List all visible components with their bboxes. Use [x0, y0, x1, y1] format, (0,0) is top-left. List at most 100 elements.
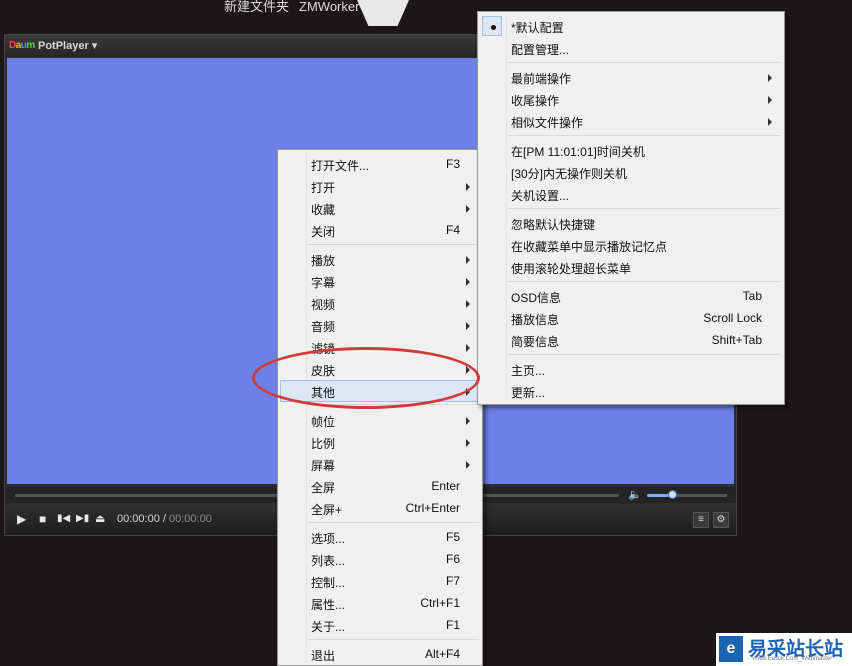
volume-icon[interactable]: 🔈: [628, 488, 642, 501]
menu-item-playback[interactable]: 播放: [280, 248, 480, 270]
menu-item-label: 主页...: [511, 364, 546, 378]
menu-item-open[interactable]: 打开: [280, 175, 480, 197]
submenu-arrow-icon: [466, 461, 470, 469]
stop-icon[interactable]: ■: [39, 512, 46, 526]
playlist-icon[interactable]: ≡: [693, 512, 709, 528]
daum-logo-icon: Daum: [9, 40, 35, 51]
menu-item-properties[interactable]: 属性... Ctrl+F1: [280, 592, 480, 614]
menu-item-label: 关机设置...: [511, 189, 570, 203]
menu-separator: [508, 281, 781, 282]
submenu-arrow-icon: [768, 74, 772, 82]
menu-item-label: 全屏: [311, 481, 336, 495]
menu-item-video[interactable]: 视频: [280, 292, 480, 314]
submenu-item-similar-files[interactable]: 相似文件操作: [480, 110, 782, 132]
menu-item-label: 列表...: [311, 554, 346, 568]
red-ellipse-annotation: [252, 347, 480, 409]
next-icon[interactable]: ▶▮: [76, 512, 89, 526]
menu-item-shortcut: Tab: [742, 289, 762, 303]
menu-item-shortcut: Alt+F4: [424, 647, 460, 661]
watermark-url: Www.Easck.Com_Webmaster: [752, 656, 833, 662]
watermark-e-icon: e: [719, 636, 743, 662]
menu-item-fullscreen[interactable]: 全屏 Enter: [280, 475, 480, 497]
submenu-item-idle-shutdown[interactable]: [30分]内无操作则关机: [480, 161, 782, 183]
menu-item-label: 控制...: [311, 576, 346, 590]
submenu-item-shutdown-settings[interactable]: 关机设置...: [480, 183, 782, 205]
menu-item-screen[interactable]: 屏幕: [280, 453, 480, 475]
menu-item-label: 播放: [311, 254, 336, 268]
submenu-item-homepage[interactable]: 主页...: [480, 358, 782, 380]
settings-gear-icon[interactable]: ⚙: [713, 512, 729, 528]
menu-item-label: 更新...: [511, 386, 546, 400]
previous-icon[interactable]: ▮◀: [57, 512, 70, 526]
menu-item-open-file[interactable]: 打开文件... F3: [280, 153, 480, 175]
menu-item-shortcut: F3: [445, 157, 460, 171]
radio-check-icon: [482, 16, 502, 36]
menu-item-favorites[interactable]: 收藏: [280, 197, 480, 219]
submenu-item-topmost[interactable]: 最前端操作: [480, 66, 782, 88]
menu-item-label: 配置管理...: [511, 43, 570, 57]
menu-item-control[interactable]: 控制... F7: [280, 570, 480, 592]
submenu-item-ending-action[interactable]: 收尾操作: [480, 88, 782, 110]
menu-item-frame[interactable]: 帧位: [280, 409, 480, 431]
eject-icon[interactable]: ⏏: [95, 512, 105, 526]
submenu-arrow-icon: [466, 256, 470, 264]
app-name[interactable]: PotPlayer ▾: [38, 39, 97, 52]
submenu-arrow-icon: [466, 278, 470, 286]
menu-item-audio[interactable]: 音频: [280, 314, 480, 336]
menu-item-fullscreen-plus[interactable]: 全屏+ Ctrl+Enter: [280, 497, 480, 519]
other-submenu: *默认配置配置管理... 最前端操作收尾操作相似文件操作在[PM 11:01:01…: [477, 11, 785, 405]
menu-item-shortcut: Scroll Lock: [703, 311, 762, 325]
play-icon[interactable]: ▶: [17, 512, 26, 526]
menu-item-label: *默认配置: [511, 21, 564, 35]
submenu-item-wheel-long-menu[interactable]: 使用滚轮处理超长菜单: [480, 256, 782, 278]
menu-item-label: 视频: [311, 298, 336, 312]
menu-item-about[interactable]: 关于... F1: [280, 614, 480, 636]
current-time: 00:00:00: [117, 513, 160, 525]
total-time: 00:00:00: [169, 513, 212, 525]
submenu-item-update[interactable]: 更新...: [480, 380, 782, 402]
menu-item-label: [30分]内无操作则关机: [511, 167, 628, 181]
menu-item-label: 屏幕: [311, 459, 336, 473]
submenu-arrow-icon: [466, 183, 470, 191]
submenu-item-playback-info[interactable]: 播放信息 Scroll Lock: [480, 307, 782, 329]
menu-item-label: 打开文件...: [311, 159, 370, 173]
menu-item-label: 最前端操作: [511, 72, 572, 86]
submenu-item-default-config[interactable]: *默认配置: [480, 15, 782, 37]
submenu-arrow-icon: [466, 205, 470, 213]
menu-item-shortcut: F6: [445, 552, 460, 566]
submenu-item-osd-info[interactable]: OSD信息 Tab: [480, 285, 782, 307]
volume-slider[interactable]: [647, 494, 727, 497]
menu-item-label: 帧位: [311, 415, 336, 429]
menu-item-label: 属性...: [311, 598, 346, 612]
menu-item-label: 简要信息: [511, 335, 560, 349]
submenu-item-brief-info[interactable]: 简要信息 Shift+Tab: [480, 329, 782, 351]
menu-item-label: 退出: [311, 649, 336, 663]
menu-item-label: 忽略默认快捷键: [511, 218, 596, 232]
menu-item-ratio[interactable]: 比例: [280, 431, 480, 453]
submenu-arrow-icon: [466, 344, 470, 352]
menu-item-label: 选项...: [311, 532, 346, 546]
menu-item-options[interactable]: 选项... F5: [280, 526, 480, 548]
submenu-item-ignore-shortcuts[interactable]: 忽略默认快捷键: [480, 212, 782, 234]
menu-item-shortcut: Ctrl+Enter: [405, 501, 460, 515]
menu-item-shortcut: Enter: [431, 479, 460, 493]
menu-item-label: 关闭: [311, 225, 336, 239]
menu-separator: [508, 62, 781, 63]
menu-item-shortcut: F4: [445, 223, 460, 237]
submenu-arrow-icon: [466, 439, 470, 447]
menu-item-exit[interactable]: 退出 Alt+F4: [280, 643, 480, 665]
submenu-item-shutdown-time[interactable]: 在[PM 11:01:01]时间关机: [480, 139, 782, 161]
menu-item-label: OSD信息: [511, 291, 562, 305]
menu-item-label: 相似文件操作: [511, 116, 584, 130]
menu-separator: [508, 135, 781, 136]
menu-item-close[interactable]: 关闭 F4: [280, 219, 480, 241]
menu-item-label: 在收藏菜单中显示播放记忆点: [511, 240, 668, 254]
submenu-item-show-bookmarks[interactable]: 在收藏菜单中显示播放记忆点: [480, 234, 782, 256]
submenu-item-config-manage[interactable]: 配置管理...: [480, 37, 782, 59]
menu-item-label: 在[PM 11:01:01]时间关机: [511, 145, 645, 159]
menu-item-subtitles[interactable]: 字幕: [280, 270, 480, 292]
volume-knob[interactable]: [668, 490, 677, 499]
submenu-arrow-icon: [466, 417, 470, 425]
submenu-arrow-icon: [466, 322, 470, 330]
menu-item-playlist[interactable]: 列表... F6: [280, 548, 480, 570]
